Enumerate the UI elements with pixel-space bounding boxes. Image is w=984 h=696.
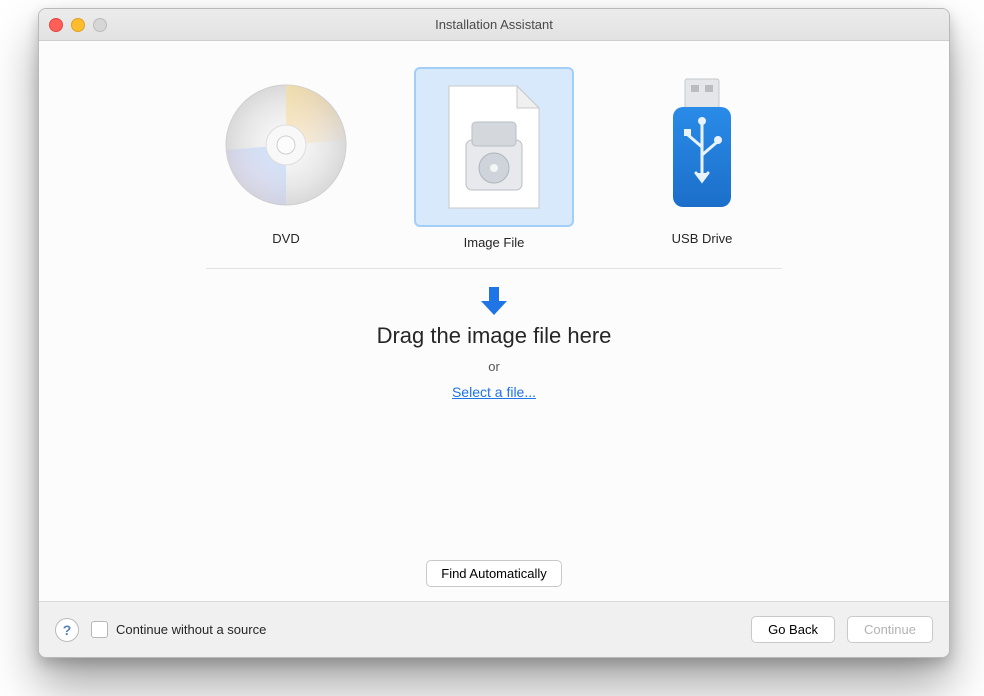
dvd-icon <box>208 67 364 223</box>
find-automatically-button[interactable]: Find Automatically <box>426 560 562 587</box>
window-title: Installation Assistant <box>435 17 553 32</box>
go-back-button[interactable]: Go Back <box>751 616 835 643</box>
choice-dvd-label: DVD <box>272 231 299 246</box>
select-file-link[interactable]: Select a file... <box>452 384 536 400</box>
continue-button: Continue <box>847 616 933 643</box>
drop-or: or <box>488 359 500 374</box>
divider <box>206 268 782 269</box>
choice-image-file-label: Image File <box>464 235 525 250</box>
drop-headline: Drag the image file here <box>377 323 612 349</box>
window-zoom-button[interactable] <box>93 18 107 32</box>
titlebar: Installation Assistant <box>39 9 949 41</box>
usb-drive-icon <box>624 67 780 223</box>
choice-usb-drive-label: USB Drive <box>672 231 733 246</box>
content-area: DVD <box>39 41 949 601</box>
installation-assistant-window: Installation Assistant <box>38 8 950 658</box>
checkbox-box <box>91 621 108 638</box>
continue-without-source-checkbox[interactable]: Continue without a source <box>91 621 266 638</box>
source-type-choices: DVD <box>208 67 780 250</box>
continue-without-source-label: Continue without a source <box>116 622 266 637</box>
window-close-button[interactable] <box>49 18 63 32</box>
footer: ? Continue without a source Go Back Cont… <box>39 601 949 657</box>
choice-dvd[interactable]: DVD <box>208 67 364 250</box>
choice-image-file[interactable]: Image File <box>416 67 572 250</box>
window-minimize-button[interactable] <box>71 18 85 32</box>
image-file-icon <box>414 67 574 227</box>
arrow-down-icon <box>477 283 511 317</box>
choice-usb-drive[interactable]: USB Drive <box>624 67 780 250</box>
help-button[interactable]: ? <box>55 618 79 642</box>
